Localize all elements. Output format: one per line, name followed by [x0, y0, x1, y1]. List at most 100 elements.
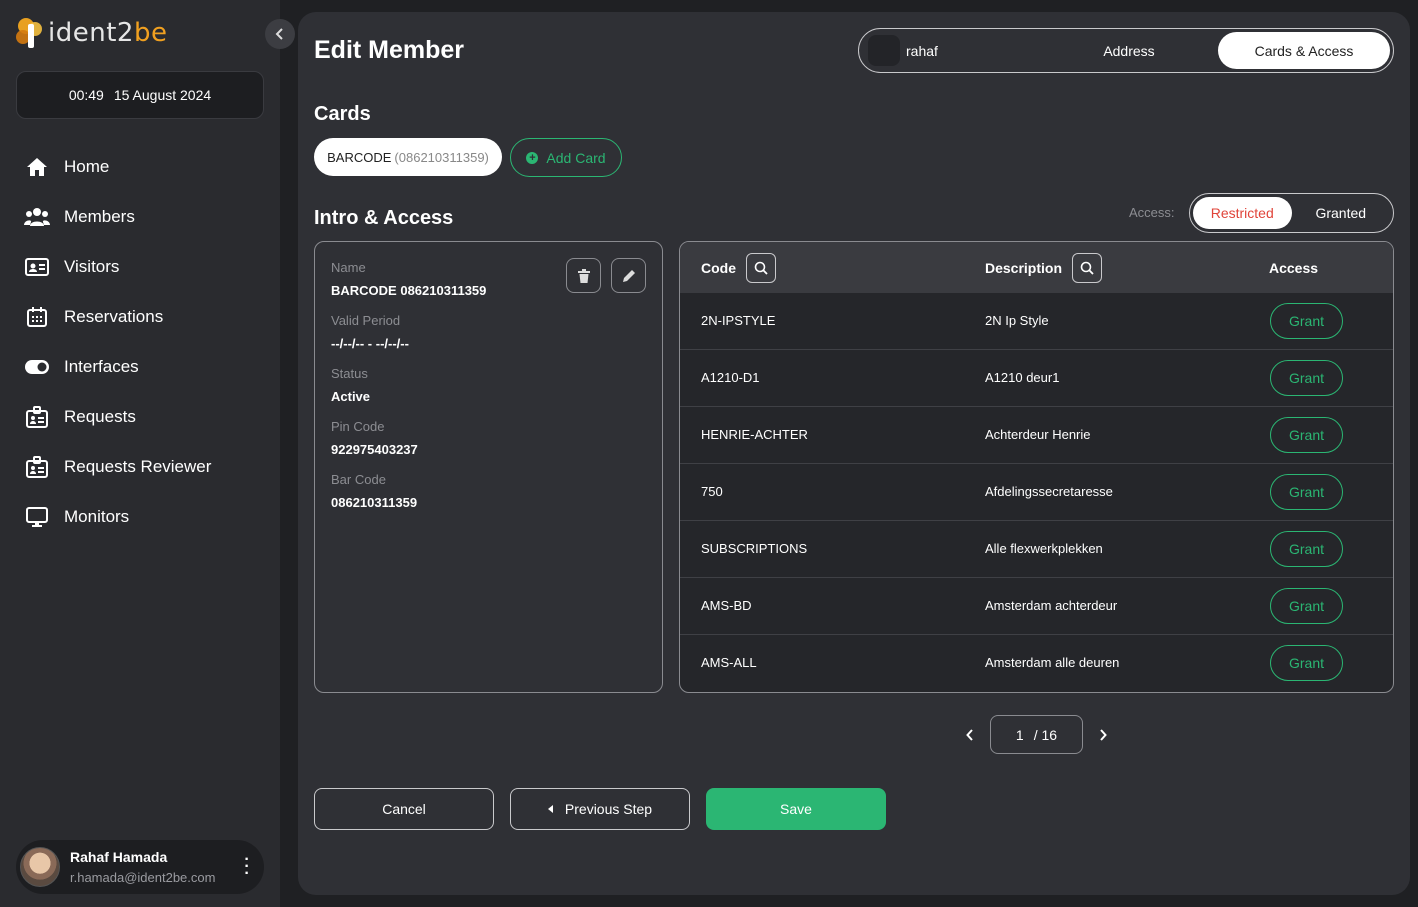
- logo-text: ident2be: [48, 18, 168, 48]
- step-member[interactable]: rahaf: [862, 32, 1040, 69]
- search-description-button[interactable]: [1072, 253, 1103, 283]
- home-icon: [24, 154, 50, 180]
- grant-button[interactable]: Grant: [1270, 360, 1343, 396]
- members-icon: [24, 204, 50, 230]
- table-row: AMS-ALL Amsterdam alle deuren Grant: [680, 635, 1393, 692]
- cell-description: Afdelingssecretaresse: [985, 484, 1113, 499]
- cell-code: SUBSCRIPTIONS: [701, 541, 808, 556]
- access-filter-label: Access:: [1129, 205, 1175, 220]
- cell-description: Amsterdam alle deuren: [985, 655, 1120, 670]
- trash-icon: [577, 268, 590, 283]
- access-filter-toggle: Restricted Granted: [1189, 193, 1394, 233]
- user-name: Rahaf Hamada: [70, 849, 168, 865]
- step-label: rahaf: [906, 42, 938, 59]
- badge-icon: [24, 404, 50, 430]
- chevron-left-icon: [966, 728, 973, 741]
- sidebar-item-reservations[interactable]: Reservations: [24, 292, 264, 342]
- intro-access-title: Intro & Access: [314, 207, 454, 229]
- page-title: Edit Member: [314, 36, 465, 64]
- field-bar-code: Bar Code 086210311359: [331, 472, 418, 510]
- clock-date: 15 August 2024: [113, 87, 212, 103]
- toggle-granted[interactable]: Granted: [1292, 197, 1391, 229]
- grant-button[interactable]: Grant: [1270, 474, 1343, 510]
- save-button[interactable]: Save: [706, 788, 886, 830]
- clock-display: 00:49 15 August 2024: [16, 71, 264, 119]
- field-status: Status Active: [331, 366, 371, 404]
- prev-page-button[interactable]: [960, 725, 980, 745]
- card-chip-barcode[interactable]: BARCODE (086210311359): [314, 138, 502, 176]
- cell-code: HENRIE-ACHTER: [701, 427, 808, 442]
- toggle-icon: [24, 354, 50, 380]
- step-indicator: rahaf Address Cards & Access: [858, 28, 1394, 73]
- sidebar-item-monitors[interactable]: Monitors: [24, 492, 264, 542]
- pagination: 1 / 16: [960, 715, 1113, 754]
- grant-button[interactable]: Grant: [1270, 588, 1343, 624]
- app-logo[interactable]: ident2be: [16, 16, 167, 50]
- more-vertical-icon[interactable]: · · ·: [244, 852, 250, 882]
- add-card-button[interactable]: + Add Card: [510, 138, 622, 177]
- monitor-icon: [24, 504, 50, 530]
- step-label: Cards & Access: [1254, 42, 1354, 59]
- user-email: r.hamada@ident2be.com: [70, 870, 216, 885]
- main-panel: Edit Member rahaf Address Cards & Access…: [298, 12, 1410, 895]
- cell-code: AMS-BD: [701, 598, 752, 613]
- cell-code: AMS-ALL: [701, 655, 757, 670]
- sidebar-item-requests-reviewer[interactable]: Requests Reviewer: [24, 442, 264, 492]
- step-cards-access[interactable]: Cards & Access: [1218, 32, 1390, 69]
- pencil-icon: [622, 269, 635, 282]
- card-chip-type: BARCODE: [327, 149, 392, 165]
- sidebar-nav: Home Members Visitors Reservations Inter…: [24, 142, 264, 542]
- search-code-button[interactable]: [746, 253, 776, 283]
- sidebar-item-requests[interactable]: Requests: [24, 392, 264, 442]
- cell-description: Achterdeur Henrie: [985, 427, 1091, 442]
- table-row: HENRIE-ACHTER Achterdeur Henrie Grant: [680, 407, 1393, 464]
- cancel-button[interactable]: Cancel: [314, 788, 494, 830]
- total-pages: / 16: [1033, 726, 1058, 743]
- plus-circle-icon: +: [526, 151, 539, 164]
- step-address[interactable]: Address: [1040, 32, 1218, 69]
- page-indicator[interactable]: 1 / 16: [990, 715, 1083, 754]
- delete-card-button[interactable]: [566, 258, 601, 293]
- cell-description: Alle flexwerkplekken: [985, 541, 1103, 556]
- previous-step-button[interactable]: Previous Step: [510, 788, 690, 830]
- sidebar-item-interfaces[interactable]: Interfaces: [24, 342, 264, 392]
- table-body: 2N-IPSTYLE 2N Ip Style Grant A1210-D1 A1…: [680, 293, 1393, 692]
- grant-button[interactable]: Grant: [1270, 417, 1343, 453]
- sidebar-item-label: Home: [64, 157, 110, 176]
- sidebar-item-label: Members: [64, 207, 135, 226]
- table-header: Code Description Access: [680, 242, 1393, 293]
- avatar: [20, 847, 60, 887]
- collapse-sidebar-button[interactable]: [265, 19, 295, 49]
- cell-code: 2N-IPSTYLE: [701, 313, 776, 328]
- chevron-left-icon: [275, 28, 283, 40]
- current-page[interactable]: 1: [1016, 727, 1024, 743]
- step-label: Address: [1103, 42, 1155, 59]
- search-icon: [1080, 261, 1094, 275]
- user-card[interactable]: Rahaf Hamada r.hamada@ident2be.com · · ·: [16, 840, 264, 894]
- caret-left-icon: [547, 805, 553, 813]
- grant-button[interactable]: Grant: [1270, 531, 1343, 567]
- cell-description: A1210 deur1: [985, 370, 1060, 385]
- column-header-access: Access: [1269, 260, 1319, 276]
- cards-section-title: Cards: [314, 103, 371, 125]
- field-valid-period: Valid Period --/--/-- - --/--/--: [331, 313, 409, 351]
- table-row: 750 Afdelingssecretaresse Grant: [680, 464, 1393, 521]
- grant-button[interactable]: Grant: [1270, 645, 1343, 681]
- user-info: Rahaf Hamada r.hamada@ident2be.com: [70, 849, 215, 885]
- toggle-restricted[interactable]: Restricted: [1193, 197, 1292, 229]
- sidebar-item-home[interactable]: Home: [24, 142, 264, 192]
- grant-button[interactable]: Grant: [1270, 303, 1343, 339]
- sidebar-item-members[interactable]: Members: [24, 192, 264, 242]
- edit-card-button[interactable]: [611, 258, 646, 293]
- calendar-icon: [24, 304, 50, 330]
- sidebar-item-visitors[interactable]: Visitors: [24, 242, 264, 292]
- column-header-code: Code: [701, 253, 776, 283]
- field-pin-code: Pin Code 922975403237: [331, 419, 418, 457]
- column-header-description: Description: [985, 253, 1103, 283]
- cell-code: A1210-D1: [701, 370, 760, 385]
- access-table: Code Description Access 2N-IPSTYLE 2N Ip…: [679, 241, 1394, 693]
- sidebar-item-label: Requests Reviewer: [64, 457, 212, 476]
- next-page-button[interactable]: [1093, 725, 1113, 745]
- sidebar-item-label: Reservations: [64, 307, 164, 326]
- logo-icon: [16, 18, 46, 48]
